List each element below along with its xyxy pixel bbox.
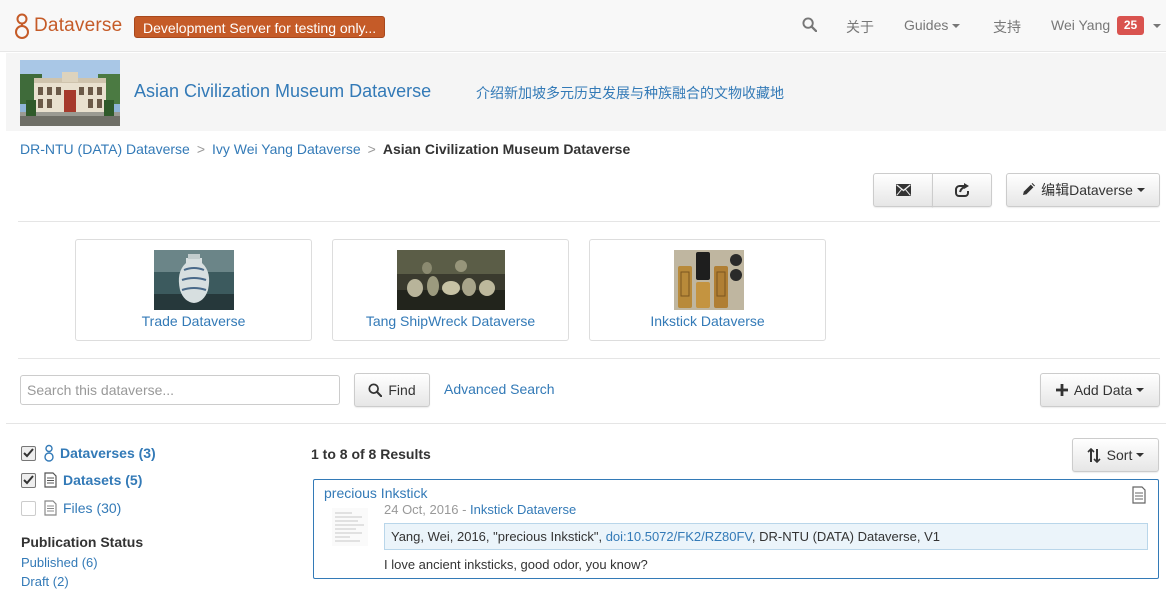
- result-title-link[interactable]: precious Inkstick: [324, 485, 427, 501]
- featured-thumbnail-trade: [154, 250, 234, 310]
- edit-dataverse-button[interactable]: 编辑Dataverse: [1006, 173, 1160, 207]
- featured-dataverse-link-inkstick[interactable]: Inkstick Dataverse: [590, 313, 825, 329]
- checkbox-datasets[interactable]: [21, 472, 36, 488]
- facet-label-files: Files (30): [63, 500, 122, 516]
- citation-text-suffix: , DR-NTU (DATA) Dataverse, V1: [751, 529, 940, 544]
- dataverse-logo-icon: [15, 13, 29, 39]
- nav-guides-label: Guides: [904, 17, 949, 33]
- nav-guides-dropdown[interactable]: Guides: [904, 17, 961, 33]
- nav-about[interactable]: 关于: [846, 17, 874, 37]
- featured-thumbnail-inkstick: [674, 250, 744, 310]
- facet-label-datasets: Datasets (5): [63, 472, 143, 488]
- dataverse-logo-image: [20, 60, 120, 126]
- featured-dataverse-card-trade[interactable]: Trade Dataverse: [75, 239, 312, 341]
- facet-draft[interactable]: Draft (2): [21, 574, 69, 589]
- search-input[interactable]: [20, 375, 340, 405]
- facet-published[interactable]: Published (6): [21, 555, 98, 570]
- dataset-icon: [44, 472, 57, 488]
- dataverse-icon: [44, 444, 54, 462]
- user-caret-down-icon[interactable]: [1153, 24, 1161, 28]
- dataverse-name[interactable]: Asian Civilization Museum Dataverse: [134, 81, 431, 102]
- nav-user-menu[interactable]: Wei Yang: [1051, 17, 1110, 33]
- caret-down-icon: [1136, 453, 1145, 457]
- caret-down-icon: [1136, 388, 1145, 392]
- dev-server-badge: Development Server for testing only...: [134, 16, 386, 38]
- dataverse-tagline: 介绍新加坡多元历史发展与种族融合的文物收藏地: [476, 85, 784, 101]
- featured-thumbnail-tang-shipwreck: [397, 250, 505, 310]
- nav-support[interactable]: 支持: [993, 17, 1021, 37]
- checkmark-icon: [23, 475, 34, 485]
- divider: [18, 358, 1160, 359]
- caret-down-icon: [952, 24, 961, 29]
- pencil-icon: [1023, 183, 1036, 195]
- result-date-separator: -: [458, 502, 471, 517]
- result-thumbnail: [332, 508, 368, 546]
- find-label: Find: [388, 382, 416, 398]
- find-button[interactable]: Find: [354, 373, 430, 407]
- result-date-line: 24 Oct, 2016 - Inkstick Dataverse: [384, 502, 576, 517]
- featured-dataverse-link-trade[interactable]: Trade Dataverse: [76, 313, 311, 329]
- sort-label: Sort: [1106, 447, 1133, 463]
- breadcrumb-separator: >: [367, 141, 376, 157]
- checkbox-files[interactable]: [21, 500, 36, 516]
- featured-dataverse-card-inkstick[interactable]: Inkstick Dataverse: [589, 239, 826, 341]
- email-contact-button[interactable]: [873, 173, 933, 207]
- edit-dataverse-label: 编辑Dataverse: [1041, 182, 1133, 198]
- checkmark-icon: [23, 448, 34, 458]
- share-icon: [954, 183, 969, 197]
- plus-icon: [1055, 384, 1068, 396]
- result-citation: Yang, Wei, 2016, "precious Inkstick", do…: [384, 523, 1148, 550]
- featured-dataverse-card-tang-shipwreck[interactable]: Tang ShipWreck Dataverse: [332, 239, 569, 341]
- facet-dataverses[interactable]: Dataverses (3): [21, 444, 156, 462]
- brand-link[interactable]: Dataverse: [14, 12, 122, 40]
- breadcrumb-separator: >: [196, 141, 206, 157]
- breadcrumb: DR-NTU (DATA) Dataverse > Ivy Wei Yang Dat…: [20, 141, 630, 157]
- add-data-button[interactable]: Add Data: [1040, 373, 1160, 407]
- citation-doi-link[interactable]: doi:10.5072/FK2/RZ80FV: [606, 529, 752, 544]
- search-icon[interactable]: [802, 17, 818, 35]
- result-description: I love ancient inksticks, good odor, you…: [384, 557, 648, 572]
- search-icon: [368, 383, 383, 397]
- caret-down-icon: [1136, 188, 1145, 192]
- citation-text: Yang, Wei, 2016, "precious Inkstick",: [391, 529, 606, 544]
- facet-label-dataverses: Dataverses (3): [60, 445, 156, 461]
- share-button[interactable]: [932, 173, 992, 207]
- checkbox-dataverses[interactable]: [21, 445, 36, 461]
- results-count: 1 to 8 of 8 Results: [311, 446, 431, 462]
- publication-status-title: Publication Status: [21, 534, 144, 550]
- notification-count-badge[interactable]: 25: [1117, 16, 1144, 35]
- facet-files[interactable]: Files (30): [21, 500, 121, 516]
- breadcrumb-item-root[interactable]: DR-NTU (DATA) Dataverse: [20, 141, 190, 157]
- featured-dataverse-link-tang-shipwreck[interactable]: Tang ShipWreck Dataverse: [333, 313, 568, 329]
- brand-text: Dataverse: [34, 15, 123, 36]
- sort-button[interactable]: Sort: [1072, 438, 1159, 472]
- file-icon: [44, 500, 57, 516]
- breadcrumb-current: Asian Civilization Museum Dataverse: [382, 141, 631, 157]
- breadcrumb-item-parent[interactable]: Ivy Wei Yang Dataverse: [212, 141, 361, 157]
- navbar: Dataverse Development Server for testing…: [0, 0, 1166, 52]
- dataset-type-icon: [1132, 486, 1146, 507]
- envelope-icon: [895, 184, 911, 196]
- result-date: 24 Oct, 2016: [384, 502, 459, 517]
- divider: [18, 221, 1160, 222]
- dataverse-header: Asian Civilization Museum Dataverse 介绍新加…: [6, 53, 1166, 131]
- result-card: precious Inkstick 24 Oct, 2016 - Inkstic…: [313, 479, 1159, 579]
- add-data-label: Add Data: [1073, 382, 1133, 398]
- advanced-search-link[interactable]: Advanced Search: [444, 381, 555, 397]
- result-parent-dataverse-link[interactable]: Inkstick Dataverse: [470, 502, 576, 517]
- facet-datasets[interactable]: Datasets (5): [21, 472, 142, 488]
- sort-icon: [1087, 447, 1101, 463]
